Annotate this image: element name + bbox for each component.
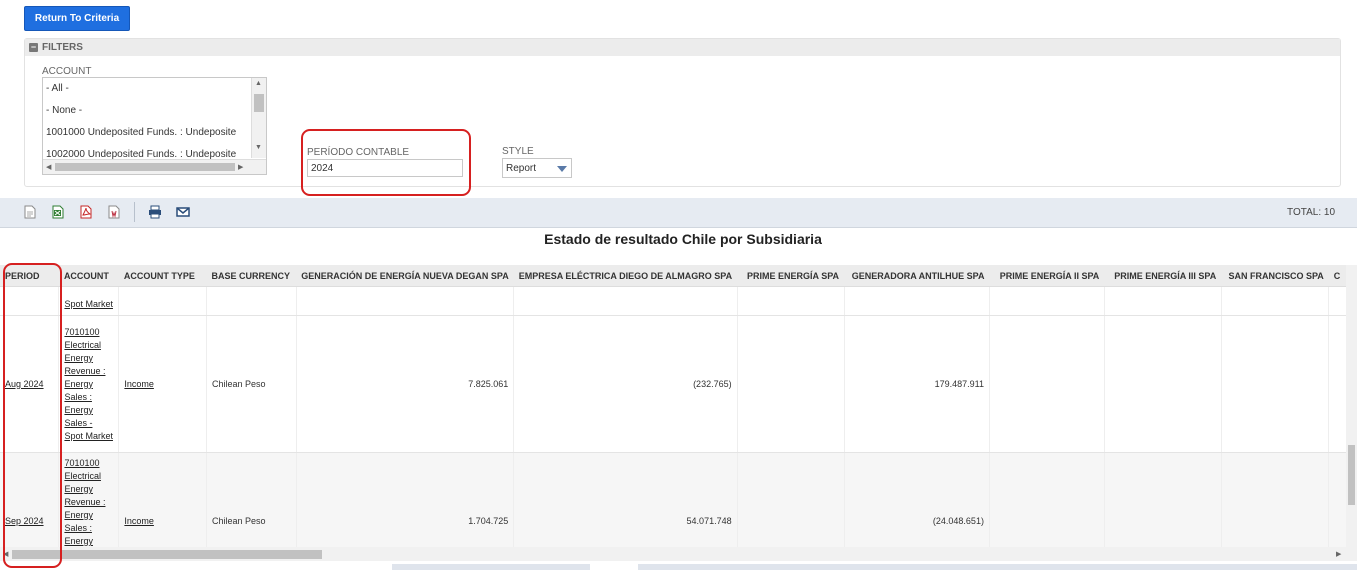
account-cell[interactable]: Spot Market	[58, 286, 120, 316]
value-cell	[737, 286, 845, 316]
filters-header[interactable]: − FILTERS	[25, 39, 1340, 56]
column-header-prime-energia-ii[interactable]: PRIME ENERGÍA II SPA	[989, 265, 1105, 287]
scroll-right-icon[interactable]: ▶	[1336, 550, 1341, 558]
account-link[interactable]: 7010100 Electrical Energy Revenue : Ener…	[64, 458, 105, 546]
value-cell	[737, 315, 845, 453]
filters-title: FILTERS	[42, 42, 83, 53]
account-type-link[interactable]: Income	[124, 379, 154, 389]
scroll-left-icon[interactable]: ◀	[46, 163, 51, 171]
column-header-account-type[interactable]: ACCOUNT TYPE	[118, 265, 207, 287]
value-cell	[989, 315, 1105, 453]
style-select[interactable]: Report	[502, 158, 572, 178]
account-option[interactable]: 1001000 Undeposited Funds. : Undeposite	[43, 122, 266, 144]
scroll-up-icon[interactable]: ▲	[255, 80, 262, 87]
account-type-cell[interactable]: Income	[118, 315, 207, 453]
bottom-strip	[0, 561, 1357, 570]
scroll-right-icon[interactable]: ▶	[238, 163, 243, 171]
export-pdf-icon[interactable]	[79, 204, 93, 220]
strip-segment	[392, 564, 590, 570]
account-option[interactable]: - None -	[43, 100, 266, 122]
column-header-diego-de-almagro[interactable]: EMPRESA ELÉCTRICA DIEGO DE ALMAGRO SPA	[513, 265, 738, 287]
value-cell	[513, 286, 738, 316]
style-value: Report	[506, 163, 537, 174]
column-header-base-currency[interactable]: BASE CURRENCY	[206, 265, 297, 287]
currency-cell	[206, 286, 297, 316]
grid-horizontal-scrollbar[interactable]: ◀ ▶	[0, 547, 1346, 561]
account-label: ACCOUNT	[42, 66, 92, 77]
scroll-thumb[interactable]	[1348, 445, 1355, 505]
value-cell	[1221, 286, 1330, 316]
account-vertical-scrollbar[interactable]: ▲ ▼	[251, 78, 266, 158]
column-header-account[interactable]: ACCOUNT	[58, 265, 119, 287]
account-option[interactable]: - All -	[43, 78, 266, 100]
total-count: TOTAL: 10	[1287, 207, 1335, 218]
value-cell	[989, 286, 1105, 316]
report-grid: PERIOD ACCOUNT ACCOUNT TYPE BASE CURRENC…	[0, 265, 1357, 570]
column-header-nueva-degan[interactable]: GENERACIÓN DE ENERGÍA NUEVA DEGAN SPA	[296, 265, 514, 287]
value-cell	[296, 286, 515, 316]
export-word-icon[interactable]	[107, 204, 121, 220]
return-to-criteria-button[interactable]: Return To Criteria	[24, 6, 130, 31]
value-cell: 179.487.911	[844, 315, 990, 453]
value-cell	[1104, 286, 1222, 316]
chevron-down-icon	[557, 166, 567, 172]
grid-vertical-scrollbar[interactable]	[1346, 265, 1357, 561]
scroll-down-icon[interactable]: ▼	[255, 144, 262, 151]
currency-cell: Chilean Peso	[206, 315, 297, 453]
print-icon[interactable]	[148, 204, 162, 220]
value-cell	[844, 286, 990, 316]
scroll-thumb[interactable]	[254, 94, 264, 112]
scroll-thumb[interactable]	[55, 163, 235, 171]
value-cell: (232.765)	[513, 315, 738, 453]
column-header-prime-energia-iii[interactable]: PRIME ENERGÍA III SPA	[1104, 265, 1222, 287]
value-cell	[1104, 315, 1222, 453]
table-row: Aug 2024 7010100 Electrical Energy Reven…	[0, 315, 1357, 453]
style-label: STYLE	[502, 146, 534, 157]
value-cell: 7.825.061	[296, 315, 515, 453]
column-header-san-francisco[interactable]: SAN FRANCISCO SPA	[1221, 265, 1329, 287]
account-type-link[interactable]: Income	[124, 516, 154, 526]
column-header-prime-energia[interactable]: PRIME ENERGÍA SPA	[737, 265, 845, 287]
account-cell[interactable]: 7010100 Electrical Energy Revenue : Ener…	[58, 315, 120, 453]
table-header-row: PERIOD ACCOUNT ACCOUNT TYPE BASE CURRENC…	[0, 265, 1357, 287]
value-cell	[1221, 315, 1330, 453]
period-highlight-annotation	[301, 129, 471, 196]
account-link[interactable]: Spot Market	[64, 299, 113, 309]
toolbar-divider	[134, 202, 135, 222]
account-multiselect[interactable]: - All - - None - 1001000 Undeposited Fun…	[42, 77, 267, 175]
account-horizontal-scrollbar[interactable]: ◀ ▶	[43, 159, 266, 174]
strip-segment	[638, 564, 1357, 570]
account-link[interactable]: 7010100 Electrical Energy Revenue : Ener…	[64, 327, 113, 441]
report-toolbar: TOTAL: 10	[0, 198, 1357, 228]
account-type-cell	[118, 286, 207, 316]
period-column-highlight-annotation	[3, 263, 62, 568]
filters-panel: − FILTERS ACCOUNT - All - - None - 10010…	[24, 38, 1341, 187]
report-title: Estado de resultado Chile por Subsidiari…	[544, 231, 822, 247]
email-icon[interactable]	[176, 204, 190, 220]
export-excel-icon[interactable]	[51, 204, 65, 220]
table-row: Spot Market	[0, 286, 1357, 316]
column-header-antilhue[interactable]: GENERADORA ANTILHUE SPA	[844, 265, 990, 287]
collapse-icon[interactable]: −	[29, 43, 38, 52]
export-csv-icon[interactable]	[23, 204, 37, 220]
